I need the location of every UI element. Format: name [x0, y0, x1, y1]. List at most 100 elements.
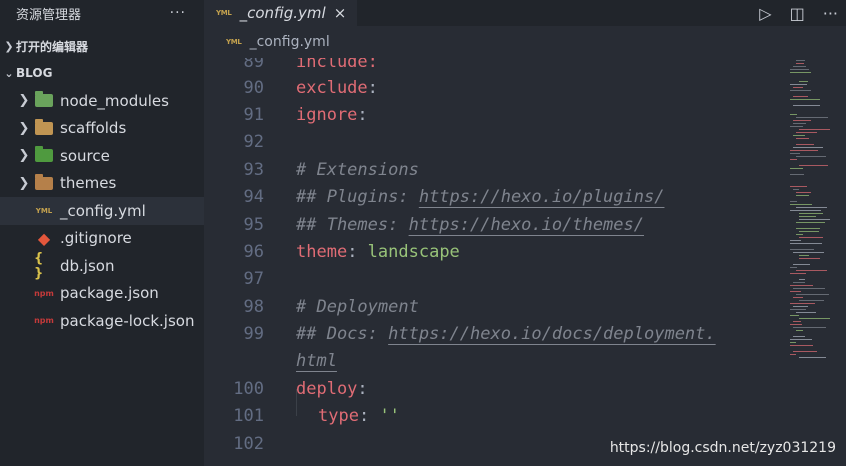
tree-item-db-json[interactable]: { } db.json: [0, 251, 204, 281]
yaml-key: type: [318, 405, 359, 426]
file-tree: ❯ node_modules ❯ scaffolds ❯ source ❯ th…: [0, 87, 204, 335]
run-icon[interactable]: ▷: [759, 4, 771, 23]
yaml-file-icon: YML: [35, 206, 53, 215]
split-editor-icon[interactable]: ◫: [790, 4, 805, 23]
minimap-stroke: [796, 312, 816, 313]
tree-item-label: source: [60, 146, 110, 165]
tree-item-package-lock-json[interactable]: npm package-lock.json: [0, 307, 204, 335]
minimap-stroke: [796, 117, 828, 118]
code-line: 95 ## Themes: https://hexo.io/themes/: [204, 211, 784, 238]
yaml-key: deploy: [296, 378, 358, 399]
minimap-stroke: [790, 342, 796, 343]
minimap-stroke: [790, 99, 820, 100]
tree-item-label: themes: [60, 174, 117, 193]
minimap-stroke: [793, 120, 811, 121]
line-number: 90: [243, 77, 264, 98]
minimap-stroke: [799, 255, 809, 256]
tree-item-package-json[interactable]: npm package.json: [0, 280, 204, 308]
minimap-stroke: [796, 60, 805, 61]
breadcrumb[interactable]: YML _config.yml: [204, 26, 846, 58]
minimap-stroke: [793, 327, 826, 328]
tree-item-gitignore[interactable]: ◆ .gitignore: [0, 225, 204, 253]
npm-icon: npm: [34, 288, 54, 298]
yaml-key: theme: [296, 241, 348, 262]
line-number: 91: [243, 104, 264, 125]
minimap[interactable]: [786, 58, 836, 466]
minimap-stroke: [793, 189, 799, 190]
minimap-stroke: [790, 174, 804, 175]
minimap-stroke: [793, 123, 806, 124]
yaml-comment: # Deployment: [296, 296, 419, 317]
workspace-label: BLOG: [16, 66, 53, 80]
minimap-stroke: [790, 243, 822, 244]
more-actions-icon[interactable]: ···: [823, 4, 838, 23]
minimap-stroke: [790, 285, 813, 286]
minimap-stroke: [790, 69, 809, 70]
tab-config-yml[interactable]: YML _config.yml ×: [204, 0, 357, 26]
yaml-key: exclude: [296, 77, 368, 98]
minimap-stroke: [796, 195, 809, 196]
line-number: 101: [233, 405, 264, 426]
chevron-right-icon: ❯: [18, 93, 30, 109]
tree-item-node-modules[interactable]: ❯ node_modules: [0, 87, 204, 115]
minimap-stroke: [799, 357, 826, 358]
tree-item-label: scaffolds: [60, 119, 127, 138]
minimap-stroke: [790, 291, 801, 292]
code-line: 91 ignore:: [204, 101, 784, 128]
line-number: 100: [233, 378, 264, 399]
tree-item-source[interactable]: ❯ source: [0, 142, 204, 170]
minimap-stroke: [790, 354, 796, 355]
minimap-stroke: [796, 132, 817, 133]
open-editors-section[interactable]: ❯ 打开的编辑器: [0, 34, 204, 58]
line-number: 98: [243, 296, 264, 317]
chevron-right-icon: ❯: [18, 120, 30, 136]
minimap-stroke: [796, 228, 820, 229]
code-editor[interactable]: 89 include: 90 exclude: 91 ignore: 92 93…: [204, 58, 784, 466]
chevron-right-icon: ❯: [18, 175, 30, 191]
minimap-stroke: [793, 351, 817, 352]
minimap-stroke: [790, 153, 800, 154]
chevron-right-icon: ❯: [18, 148, 30, 164]
tree-item-themes[interactable]: ❯ themes: [0, 170, 204, 198]
minimap-stroke: [796, 207, 827, 208]
yaml-file-icon: YML: [216, 9, 232, 17]
comment-link-wrap[interactable]: html: [296, 351, 337, 371]
code-line: 99 ## Docs: https://hexo.io/docs/deploym…: [204, 320, 784, 347]
minimap-stroke: [790, 72, 811, 73]
minimap-stroke: [799, 318, 830, 319]
yaml-file-icon: YML: [226, 38, 242, 46]
more-actions-icon[interactable]: ···: [170, 5, 186, 21]
minimap-stroke: [793, 321, 801, 322]
tree-item-label: _config.yml: [60, 201, 146, 220]
minimap-stroke: [793, 147, 823, 148]
yaml-comment: ## Plugins:: [296, 186, 419, 207]
code-line: 89 include:: [204, 58, 784, 75]
minimap-stroke: [796, 222, 825, 223]
code-line: 93 # Extensions: [204, 156, 784, 183]
minimap-stroke: [793, 264, 810, 265]
comment-link[interactable]: https://hexo.io/themes/: [409, 215, 644, 235]
line-number: 99: [243, 323, 264, 344]
explorer-title: 资源管理器: [16, 7, 82, 23]
minimap-stroke: [796, 138, 809, 139]
tree-item-scaffolds[interactable]: ❯ scaffolds: [0, 115, 204, 143]
yaml-value: landscape: [367, 241, 460, 262]
workspace-section[interactable]: ⌄ BLOG: [0, 61, 204, 85]
code-line: 92: [204, 128, 784, 155]
minimap-stroke: [799, 219, 830, 220]
code-text: include:: [296, 58, 378, 72]
minimap-stroke: [793, 66, 806, 67]
minimap-stroke: [790, 201, 797, 202]
comment-link[interactable]: https://hexo.io/plugins/: [419, 187, 665, 207]
line-number: 94: [243, 186, 264, 207]
yaml-colon: :: [357, 378, 368, 399]
line-number: 95: [243, 214, 264, 235]
minimap-stroke: [796, 156, 826, 157]
minimap-stroke: [790, 126, 803, 127]
tree-item-config-yml[interactable]: YML _config.yml: [0, 197, 204, 225]
yaml-colon: :: [367, 77, 378, 98]
minimap-stroke: [796, 330, 803, 331]
close-icon[interactable]: ×: [334, 4, 347, 22]
line-number: 96: [243, 241, 264, 262]
comment-link[interactable]: https://hexo.io/docs/deployment.: [388, 324, 716, 344]
